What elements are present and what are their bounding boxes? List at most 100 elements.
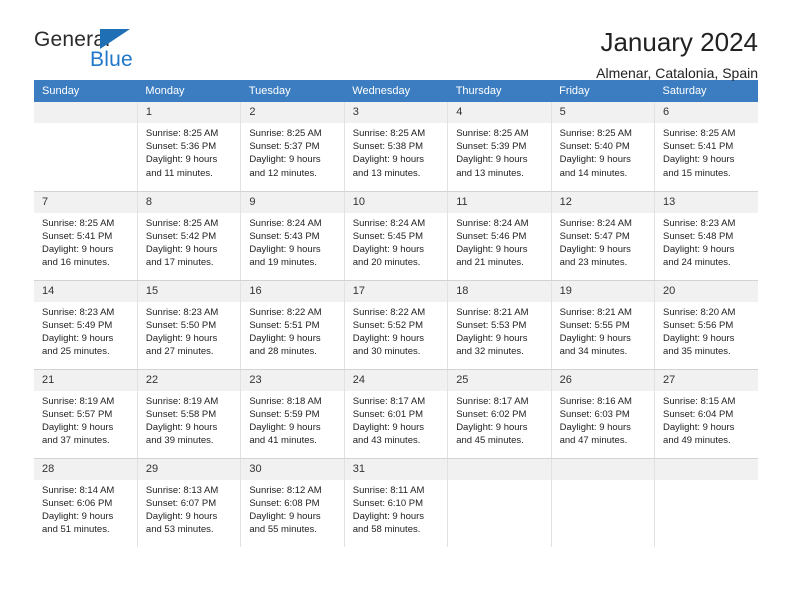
general-blue-logo[interactable]: General Blue [34, 26, 184, 78]
calendar-week-row: 14 Sunrise: 8:23 AM Sunset: 5:49 PM Dayligh… [34, 280, 758, 370]
day-number: 21 [34, 369, 137, 391]
weekday-header-wednesday: Wednesday [344, 80, 448, 102]
calendar-day-cell[interactable]: 5 Sunrise: 8:25 AM Sunset: 5:40 PM Daylight… [551, 102, 656, 192]
calendar-day-cell[interactable]: 28 Sunrise: 8:14 AM Sunset: 6:06 PM Dayligh… [34, 458, 138, 547]
day-daylight-line2-text: and 20 minutes. [352, 257, 421, 269]
day-number: 13 [655, 191, 758, 213]
calendar-day-cell[interactable]: 9 Sunrise: 8:24 AM Sunset: 5:43 PM Daylight… [240, 191, 345, 281]
day-sun-info: Sunrise: 8:19 AM Sunset: 5:57 PM Daylight:… [34, 391, 137, 448]
day-daylight-line1-text: Daylight: 9 hours [145, 154, 218, 166]
day-daylight-line1-text: Daylight: 9 hours [352, 510, 425, 522]
day-daylight-line2-text: and 23 minutes. [559, 257, 628, 269]
day-sunset-text: Sunset: 5:39 PM [456, 141, 527, 153]
day-sunrise-text: Sunrise: 8:17 AM [352, 395, 426, 407]
calendar-day-cell[interactable]: 22 Sunrise: 8:19 AM Sunset: 5:58 PM Dayligh… [137, 369, 242, 459]
day-number: 15 [137, 280, 241, 302]
day-daylight-line2-text: and 35 minutes. [663, 346, 731, 358]
calendar-day-cell[interactable]: 20 Sunrise: 8:20 AM Sunset: 5:56 PM Dayligh… [654, 280, 758, 370]
calendar-day-cell[interactable]: 31 Sunrise: 8:11 AM Sunset: 6:10 PM Dayligh… [344, 458, 449, 547]
calendar-day-cell[interactable]: 21 Sunrise: 8:19 AM Sunset: 5:57 PM Dayligh… [34, 369, 138, 459]
day-number: 10 [344, 191, 448, 213]
day-number: 29 [137, 458, 241, 480]
day-sun-info: Sunrise: 8:14 AM Sunset: 6:06 PM Daylight:… [34, 480, 137, 537]
day-daylight-line2-text: and 27 minutes. [145, 346, 214, 358]
calendar-day-cell[interactable]: 15 Sunrise: 8:23 AM Sunset: 5:50 PM Dayligh… [137, 280, 242, 370]
day-sun-info: Sunrise: 8:23 AM Sunset: 5:49 PM Daylight:… [34, 302, 137, 359]
day-number: 1 [137, 102, 241, 123]
day-daylight-line2-text: and 37 minutes. [42, 435, 110, 447]
day-sunrise-text: Sunrise: 8:21 AM [456, 306, 529, 318]
day-sunset-text: Sunset: 5:50 PM [145, 319, 217, 331]
calendar-day-cell[interactable]: 17 Sunrise: 8:22 AM Sunset: 5:52 PM Dayligh… [344, 280, 449, 370]
weekday-header-sunday: Sunday [34, 80, 138, 102]
calendar-day-cell[interactable]: 14 Sunrise: 8:23 AM Sunset: 5:49 PM Dayligh… [34, 280, 138, 370]
day-daylight-line2-text: and 16 minutes. [42, 257, 110, 269]
day-daylight-line1-text: Daylight: 9 hours [145, 332, 218, 344]
day-daylight-line1-text: Daylight: 9 hours [42, 510, 114, 522]
calendar-day-cell[interactable]: 7 Sunrise: 8:25 AM Sunset: 5:41 PM Daylight… [34, 191, 138, 281]
day-sun-info: Sunrise: 8:23 AM Sunset: 5:48 PM Daylight:… [655, 213, 758, 270]
day-number: 8 [137, 191, 241, 213]
calendar-day-cell[interactable]: 18 Sunrise: 8:21 AM Sunset: 5:53 PM Dayligh… [447, 280, 552, 370]
day-sunrise-text: Sunrise: 8:25 AM [249, 128, 322, 139]
day-sun-info: Sunrise: 8:24 AM Sunset: 5:45 PM Daylight:… [345, 213, 447, 270]
day-sunset-text: Sunset: 5:40 PM [559, 141, 630, 153]
day-sunset-text: Sunset: 6:04 PM [663, 408, 734, 420]
day-daylight-line1-text: Daylight: 9 hours [352, 421, 425, 433]
day-sunset-text: Sunset: 5:43 PM [249, 230, 320, 242]
calendar-day-cell[interactable]: 19 Sunrise: 8:21 AM Sunset: 5:55 PM Dayligh… [551, 280, 656, 370]
day-sunrise-text: Sunrise: 8:16 AM [559, 395, 632, 407]
calendar-day-cell[interactable]: 2 Sunrise: 8:25 AM Sunset: 5:37 PM Daylight… [240, 102, 345, 192]
day-sun-info: Sunrise: 8:13 AM Sunset: 6:07 PM Daylight:… [138, 480, 240, 537]
calendar-day-cell[interactable]: 11 Sunrise: 8:24 AM Sunset: 5:46 PM Dayligh… [447, 191, 552, 281]
day-daylight-line2-text: and 39 minutes. [145, 435, 214, 447]
calendar-day-cell[interactable]: 10 Sunrise: 8:24 AM Sunset: 5:45 PM Dayligh… [344, 191, 449, 281]
day-sunset-text: Sunset: 5:56 PM [663, 319, 734, 331]
day-sunrise-text: Sunrise: 8:25 AM [352, 128, 426, 139]
calendar-day-cell[interactable]: 25 Sunrise: 8:17 AM Sunset: 6:02 PM Dayligh… [447, 369, 552, 459]
day-sunset-text: Sunset: 5:58 PM [145, 408, 217, 420]
day-daylight-line1-text: Daylight: 9 hours [352, 154, 425, 166]
weekday-header-thursday: Thursday [447, 80, 552, 102]
calendar-day-cell[interactable]: 24 Sunrise: 8:17 AM Sunset: 6:01 PM Dayligh… [344, 369, 449, 459]
calendar-day-cell[interactable]: 23 Sunrise: 8:18 AM Sunset: 5:59 PM Dayligh… [240, 369, 345, 459]
day-sun-info: Sunrise: 8:16 AM Sunset: 6:03 PM Daylight:… [552, 391, 654, 448]
day-daylight-line2-text: and 47 minutes. [559, 435, 628, 447]
day-sun-info: Sunrise: 8:25 AM Sunset: 5:39 PM Daylight:… [448, 123, 550, 180]
calendar-page: General Blue January 2024 Almenar, Catal… [0, 0, 792, 612]
calendar-day-cell[interactable]: 26 Sunrise: 8:16 AM Sunset: 6:03 PM Dayligh… [551, 369, 656, 459]
calendar-day-cell[interactable]: 1 Sunrise: 8:25 AM Sunset: 5:36 PM Daylight… [137, 102, 242, 192]
day-daylight-line2-text: and 51 minutes. [42, 524, 110, 536]
calendar-day-cell[interactable]: 12 Sunrise: 8:24 AM Sunset: 5:47 PM Dayligh… [551, 191, 656, 281]
day-number: 17 [344, 280, 448, 302]
day-sunrise-text: Sunrise: 8:21 AM [559, 306, 632, 318]
day-daylight-line1-text: Daylight: 9 hours [42, 332, 114, 344]
day-number: 16 [241, 280, 344, 302]
day-sunrise-text: Sunrise: 8:25 AM [42, 217, 115, 229]
day-sunset-text: Sunset: 5:37 PM [249, 141, 320, 153]
day-daylight-line1-text: Daylight: 9 hours [663, 154, 735, 166]
day-sunrise-text: Sunrise: 8:25 AM [559, 128, 632, 139]
day-daylight-line1-text: Daylight: 9 hours [249, 243, 321, 255]
day-sunset-text: Sunset: 5:52 PM [352, 319, 423, 331]
calendar-day-cell[interactable]: 8 Sunrise: 8:25 AM Sunset: 5:42 PM Daylight… [137, 191, 242, 281]
day-sun-info: Sunrise: 8:25 AM Sunset: 5:37 PM Daylight:… [241, 123, 343, 180]
day-daylight-line2-text: and 24 minutes. [663, 257, 731, 269]
day-sun-info: Sunrise: 8:17 AM Sunset: 6:01 PM Daylight:… [345, 391, 447, 448]
day-sunset-text: Sunset: 6:07 PM [145, 497, 217, 509]
calendar-day-cell[interactable]: 16 Sunrise: 8:22 AM Sunset: 5:51 PM Dayligh… [240, 280, 345, 370]
calendar-day-cell[interactable]: 6 Sunrise: 8:25 AM Sunset: 5:41 PM Daylight… [654, 102, 758, 192]
calendar-day-cell[interactable]: 13 Sunrise: 8:23 AM Sunset: 5:48 PM Dayligh… [654, 191, 758, 281]
day-sunset-text: Sunset: 5:57 PM [42, 408, 113, 420]
day-daylight-line2-text: and 43 minutes. [352, 435, 421, 447]
day-number: 7 [34, 191, 137, 213]
calendar-day-cell[interactable]: 4 Sunrise: 8:25 AM Sunset: 5:39 PM Daylight… [447, 102, 552, 192]
calendar-day-cell[interactable]: 3 Sunrise: 8:25 AM Sunset: 5:38 PM Daylight… [344, 102, 449, 192]
day-number: 9 [241, 191, 344, 213]
calendar-day-cell[interactable]: 30 Sunrise: 8:12 AM Sunset: 6:08 PM Dayligh… [240, 458, 345, 547]
calendar-day-cell[interactable]: 27 Sunrise: 8:15 AM Sunset: 6:04 PM Dayligh… [654, 369, 758, 459]
calendar-day-cell[interactable]: 29 Sunrise: 8:13 AM Sunset: 6:07 PM Dayligh… [137, 458, 242, 547]
day-daylight-line1-text: Daylight: 9 hours [352, 332, 425, 344]
day-daylight-line1-text: Daylight: 9 hours [42, 421, 114, 433]
day-sun-info: Sunrise: 8:17 AM Sunset: 6:02 PM Daylight:… [448, 391, 550, 448]
